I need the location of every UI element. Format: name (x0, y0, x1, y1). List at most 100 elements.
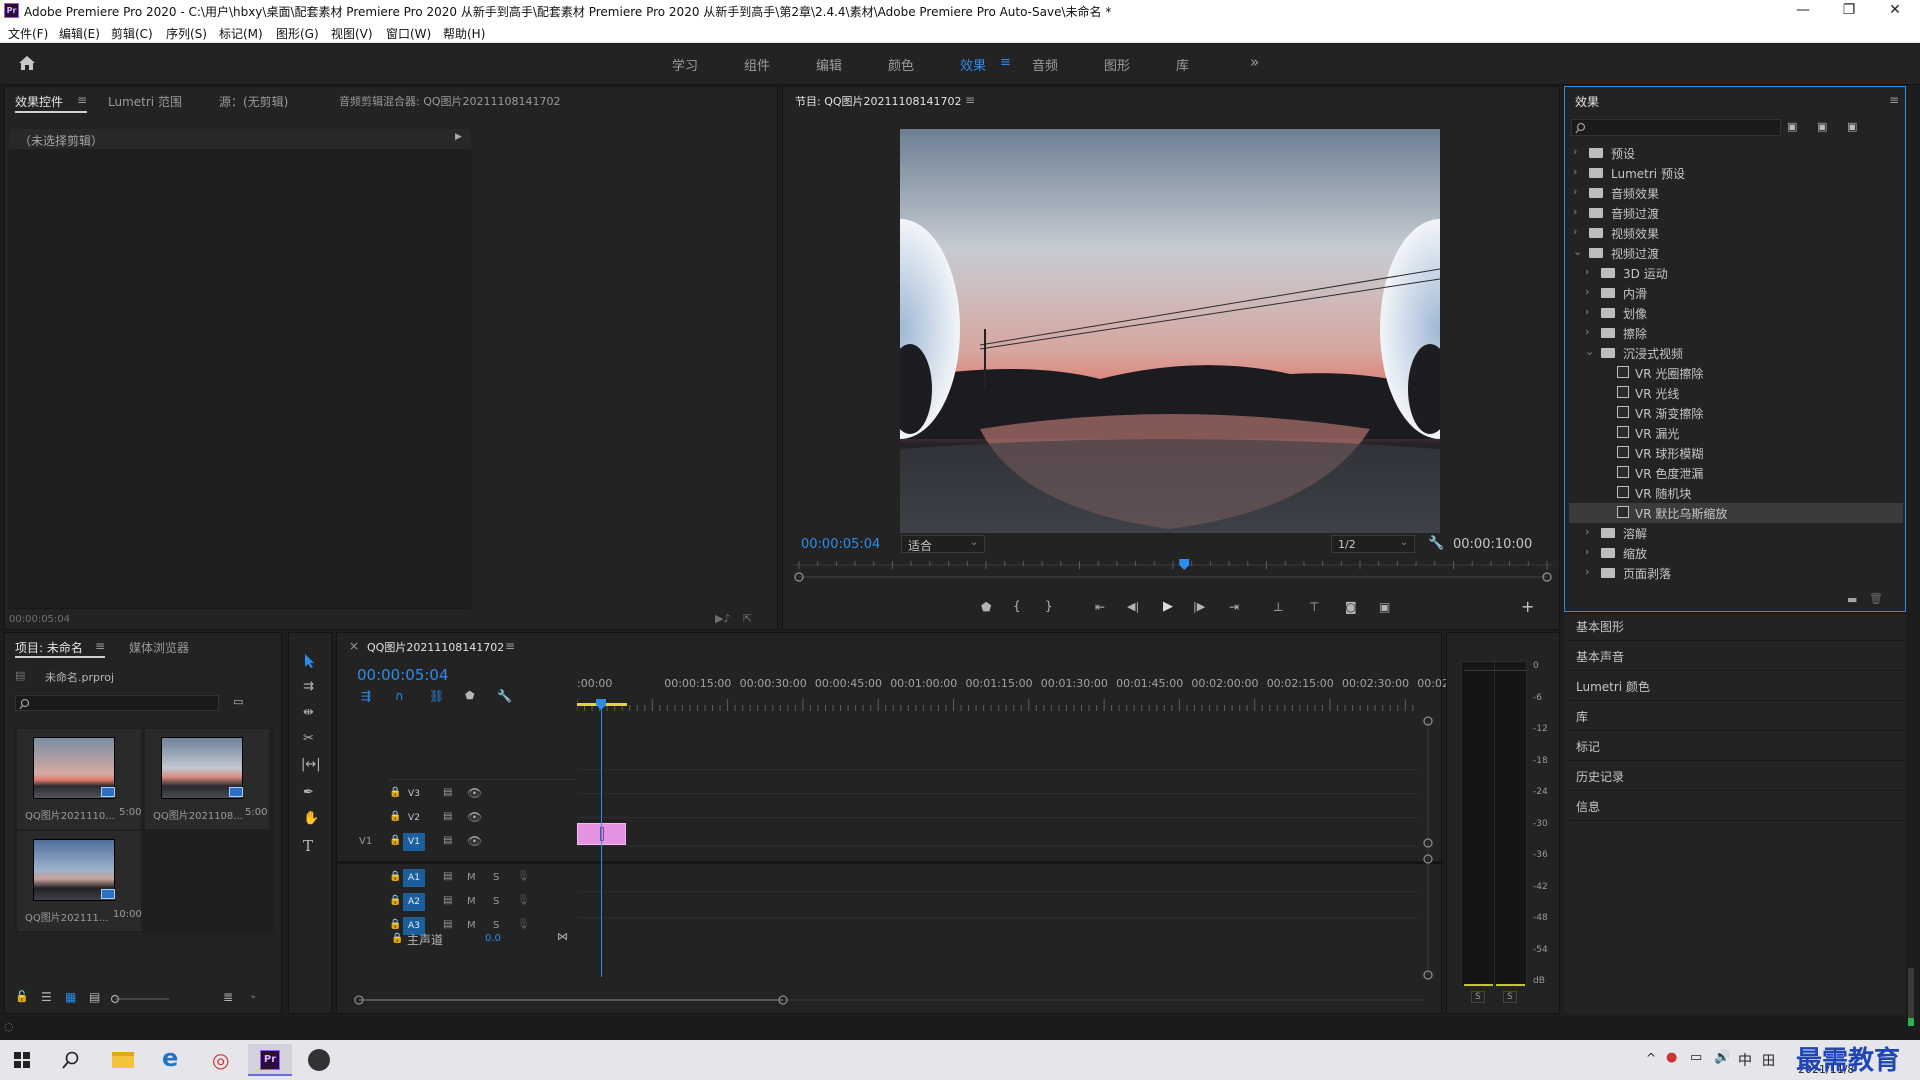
effects-tree-item[interactable]: › 内滑 (1569, 283, 1903, 303)
sort-icon[interactable]: ≣ (223, 990, 233, 1004)
timeline-vertical-scroll[interactable] (1421, 713, 1435, 983)
taskbar-media[interactable] (296, 1044, 340, 1076)
effects-tree-item[interactable]: › 页面剥落 (1569, 563, 1903, 583)
eye-icon[interactable]: 👁 (467, 810, 482, 824)
taskbar-edge[interactable]: e (150, 1044, 194, 1076)
effects-tree-item[interactable]: VR 色度泄漏 (1569, 463, 1903, 483)
mute-button[interactable]: M (467, 896, 476, 907)
master-track-value[interactable]: 0.0 (485, 933, 501, 944)
effects-tree-item[interactable]: VR 默比乌斯缩放 (1569, 503, 1903, 523)
workspace-libraries[interactable]: 库 (1176, 55, 1189, 74)
track-lock-icon[interactable]: 🔒 (389, 895, 401, 906)
effects-tree-item[interactable]: › 音频效果 (1569, 183, 1903, 203)
meter-solo-left[interactable]: S (1471, 991, 1485, 1003)
workspace-assembly[interactable]: 组件 (744, 55, 770, 74)
track-select-tool-icon[interactable]: ⇉ (303, 679, 314, 694)
track-target-a1[interactable]: A1 (403, 869, 425, 887)
menu-marker[interactable]: 标记(M) (219, 25, 263, 42)
add-marker-icon[interactable]: ⬟ (981, 600, 991, 614)
effects-tree-item[interactable]: › 预设 (1569, 143, 1903, 163)
workspace-learn[interactable]: 学习 (672, 55, 698, 74)
mute-button[interactable]: M (467, 872, 476, 883)
taskbar-file-explorer[interactable] (100, 1044, 144, 1076)
effects-tree-item[interactable]: VR 光圈擦除 (1569, 363, 1903, 383)
workspace-graphics[interactable]: 图形 (1104, 55, 1130, 74)
menu-sequence[interactable]: 序列(S) (166, 25, 207, 42)
export-frame-icon[interactable]: ◙ (1345, 600, 1357, 614)
tab-effect-controls[interactable]: 效果控件 (15, 93, 63, 110)
sync-lock-icon[interactable]: ▤ (443, 871, 452, 882)
project-item[interactable]: QQ图片2021110... 5:00 (17, 729, 141, 829)
chevron-right-icon[interactable]: › (1585, 525, 1589, 538)
workspace-effects[interactable]: 效果 (960, 55, 986, 74)
workspace-audio[interactable]: 音频 (1032, 55, 1058, 74)
track-lock-icon[interactable]: 🔒 (389, 787, 401, 798)
menu-window[interactable]: 窗口(W) (386, 25, 431, 42)
microphone-icon[interactable]: 🎙 (517, 871, 530, 882)
chevron-right-icon[interactable]: › (1585, 545, 1589, 558)
ime-indicator[interactable]: 中 (1738, 1050, 1752, 1070)
play-icon[interactable]: ▶ (1163, 599, 1173, 614)
program-scrub-bar[interactable] (793, 559, 1553, 583)
slip-tool-icon[interactable]: |↔| (301, 757, 321, 772)
project-item[interactable]: QQ图片2021108... 5:00 (145, 729, 269, 829)
menu-edit[interactable]: 编辑(E) (59, 25, 100, 42)
solo-button[interactable]: S (493, 896, 499, 907)
project-item[interactable]: QQ图片202111... 10:00 (17, 831, 142, 931)
extract-icon[interactable]: ⊤ (1309, 600, 1319, 614)
side-panel-history[interactable]: 历史记录 (1576, 768, 1624, 785)
step-back-icon[interactable]: ◀| (1127, 600, 1139, 613)
effects-tree-item[interactable]: ⌄ 沉浸式视频 (1569, 343, 1903, 363)
ripple-edit-tool-icon[interactable]: ⇹ (303, 705, 314, 720)
razor-tool-icon[interactable]: ✂ (303, 731, 314, 746)
32bit-effects-icon[interactable]: ▣ (1817, 120, 1827, 133)
mark-in-icon[interactable]: { (1013, 599, 1021, 613)
accelerated-effects-icon[interactable]: ▣ (1787, 120, 1797, 133)
network-icon[interactable]: ▭ (1690, 1050, 1702, 1065)
tray-app-icon[interactable]: ● (1666, 1050, 1677, 1065)
eye-icon[interactable]: 👁 (467, 786, 482, 800)
workspace-effects-menu-icon[interactable]: ≡ (1000, 55, 1011, 70)
effects-tree-item[interactable]: › 视频效果 (1569, 223, 1903, 243)
menu-clip[interactable]: 剪辑(C) (111, 25, 153, 42)
side-panel-essential-sound[interactable]: 基本声音 (1576, 648, 1624, 665)
track-lock-icon[interactable]: 🔒 (389, 871, 401, 882)
chevron-right-icon[interactable]: › (1573, 205, 1577, 218)
chevron-right-icon[interactable]: › (1573, 145, 1577, 158)
new-bin-icon[interactable]: ▬ (1847, 593, 1857, 606)
type-tool-icon[interactable]: T (303, 837, 313, 855)
chevron-right-icon[interactable]: › (1573, 165, 1577, 178)
chevron-down-icon[interactable]: ⌄ (1573, 245, 1582, 258)
go-to-in-icon[interactable]: ⇤ (1095, 600, 1105, 614)
menu-help[interactable]: 帮助(H) (443, 25, 485, 42)
list-view-icon[interactable]: ☰ (41, 990, 52, 1004)
expand-arrow-icon[interactable]: ▶ (455, 132, 462, 142)
export-icon[interactable]: ⇱ (743, 612, 752, 625)
delete-icon[interactable]: 🗑 (1869, 592, 1883, 605)
solo-button[interactable]: S (493, 872, 499, 883)
chevron-down-icon[interactable]: ⌄ (1585, 345, 1594, 358)
timeline-tab[interactable]: QQ图片20211108141702 (367, 639, 504, 655)
snap-icon[interactable]: ∩ (395, 689, 404, 703)
effects-tree-item[interactable]: VR 漏光 (1569, 423, 1903, 443)
chevron-right-icon[interactable]: › (1573, 185, 1577, 198)
effects-tree-item[interactable]: › 音频过渡 (1569, 203, 1903, 223)
timeline-playhead[interactable] (596, 699, 607, 711)
side-panel-libraries[interactable]: 库 (1576, 708, 1588, 725)
timeline-ruler[interactable] (577, 693, 1415, 717)
chevron-right-icon[interactable]: › (1573, 225, 1577, 238)
effects-panel-menu-icon[interactable]: ≡ (1889, 93, 1899, 107)
chevron-down-icon[interactable]: ⌄ (249, 990, 257, 1001)
effects-tree-item[interactable]: › 划像 (1569, 303, 1903, 323)
program-current-time[interactable]: 00:00:05:04 (801, 537, 880, 552)
home-icon[interactable] (18, 55, 36, 71)
mute-button[interactable]: M (467, 920, 476, 931)
microphone-icon[interactable]: 🎙 (517, 895, 530, 906)
tab-source[interactable]: 源：(无剪辑) (219, 93, 288, 110)
nest-icon[interactable]: ⇶ (361, 689, 371, 703)
menu-file[interactable]: 文件(F) (8, 25, 48, 42)
minimize-button[interactable]: — (1780, 0, 1826, 22)
effects-panel-title[interactable]: 效果 (1575, 93, 1599, 110)
chevron-right-icon[interactable]: › (1585, 325, 1589, 338)
effects-search-input[interactable] (1571, 119, 1781, 136)
